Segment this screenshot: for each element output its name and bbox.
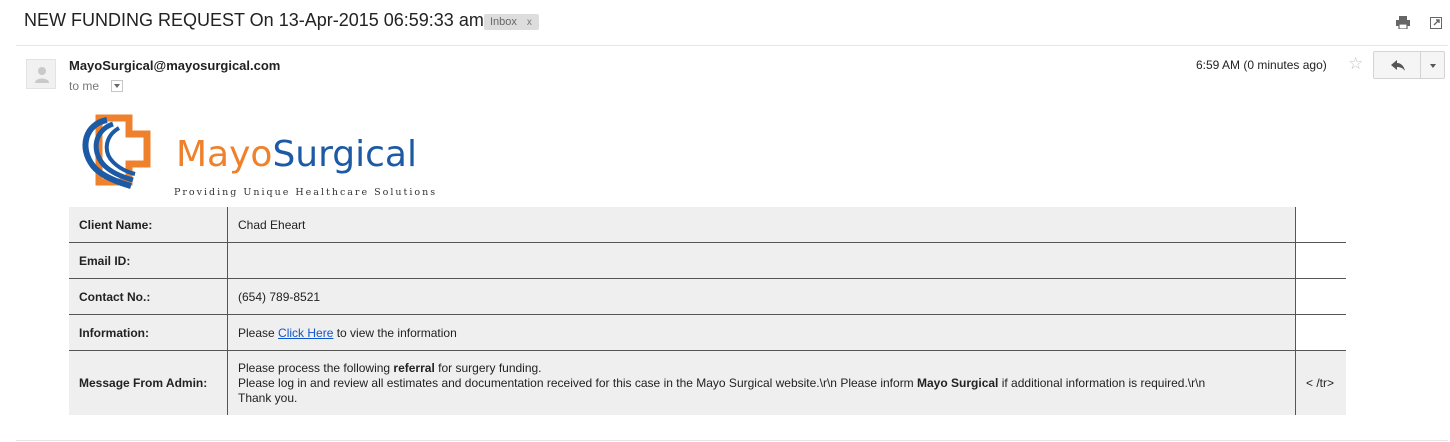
remove-label-button[interactable]: x xyxy=(527,17,532,28)
funding-details-table: Client Name: Chad Eheart Email ID: Conta… xyxy=(69,207,1346,415)
received-time: 6:59 AM (0 minutes ago) xyxy=(1196,58,1327,72)
subject-row: NEW FUNDING REQUEST On 13-Apr-2015 06:59… xyxy=(0,0,1450,44)
reply-button[interactable] xyxy=(1373,51,1421,79)
logo-emblem-icon xyxy=(82,114,151,189)
stray-tag-text: < /tr> xyxy=(1295,350,1346,415)
client-name-value: Chad Eheart xyxy=(227,207,1296,243)
table-row: Contact No.: (654) 789-8521 xyxy=(69,278,1346,315)
message-text: Please process the following xyxy=(238,360,394,375)
logo-wordmark: MayoSurgical xyxy=(176,134,417,175)
message-text: if additional information is required.\r… xyxy=(998,375,1206,390)
message-bold-company: Mayo Surgical xyxy=(917,375,999,390)
table-row: Message From Admin: Please process the f… xyxy=(69,350,1346,415)
logo-tagline: Providing Unique Healthcare Solutions xyxy=(174,187,438,198)
inbox-label-text: Inbox xyxy=(490,16,517,28)
sender-email[interactable]: MayoSurgical@mayosurgical.com xyxy=(69,58,280,73)
empty-cell xyxy=(1295,207,1346,243)
email-id-value xyxy=(227,242,1296,279)
logo-name-mayo: Mayo xyxy=(176,134,273,175)
message-label: Message From Admin: xyxy=(69,350,228,415)
message-text: Please log in and review all estimates a… xyxy=(238,375,918,390)
empty-cell xyxy=(1295,314,1346,351)
contact-value: (654) 789-8521 xyxy=(227,278,1296,315)
message-bold-referral: referral xyxy=(393,360,435,375)
recipient-text: to me xyxy=(69,79,100,93)
more-actions-button[interactable] xyxy=(1420,51,1445,79)
information-label: Information: xyxy=(69,314,228,351)
table-row: Client Name: Chad Eheart xyxy=(69,207,1346,243)
reply-icon xyxy=(1391,60,1405,71)
recipient-line: to me xyxy=(69,79,124,93)
client-name-label: Client Name: xyxy=(69,207,228,243)
person-icon xyxy=(35,67,49,83)
info-prefix: Please xyxy=(238,325,279,340)
table-row: Information: Please Click Here to view t… xyxy=(69,314,1346,351)
inbox-label[interactable]: Inbox x xyxy=(484,14,539,30)
table-row: Email ID: xyxy=(69,242,1346,279)
information-value: Please Click Here to view the informatio… xyxy=(227,314,1296,351)
email-subject: NEW FUNDING REQUEST On 13-Apr-2015 06:59… xyxy=(24,10,484,30)
message-text: for surgery funding. xyxy=(434,360,542,375)
avatar[interactable] xyxy=(26,59,56,89)
message-line-1: Please process the following referral fo… xyxy=(238,361,1285,376)
message-line-2: Please log in and review all estimates a… xyxy=(238,376,1285,391)
empty-cell xyxy=(1295,278,1346,315)
mayo-surgical-logo: MayoSurgical Providing Unique Healthcare… xyxy=(77,114,469,202)
print-icon[interactable] xyxy=(1395,16,1410,32)
message-value: Please process the following referral fo… xyxy=(227,350,1296,415)
click-here-link[interactable]: Click Here xyxy=(278,326,333,340)
logo-name-surgical: Surgical xyxy=(272,134,417,175)
message-line-3: Thank you. xyxy=(238,390,298,405)
show-details-button[interactable] xyxy=(111,79,124,92)
footer-divider xyxy=(16,440,1448,441)
star-icon[interactable]: ☆ xyxy=(1348,54,1363,74)
empty-cell xyxy=(1295,242,1346,279)
email-id-label: Email ID: xyxy=(69,242,228,279)
info-suffix: to view the information xyxy=(333,325,457,340)
top-icons xyxy=(1380,16,1442,34)
header-divider xyxy=(16,45,1448,46)
new-window-icon[interactable] xyxy=(1430,17,1442,32)
contact-label: Contact No.: xyxy=(69,278,228,315)
